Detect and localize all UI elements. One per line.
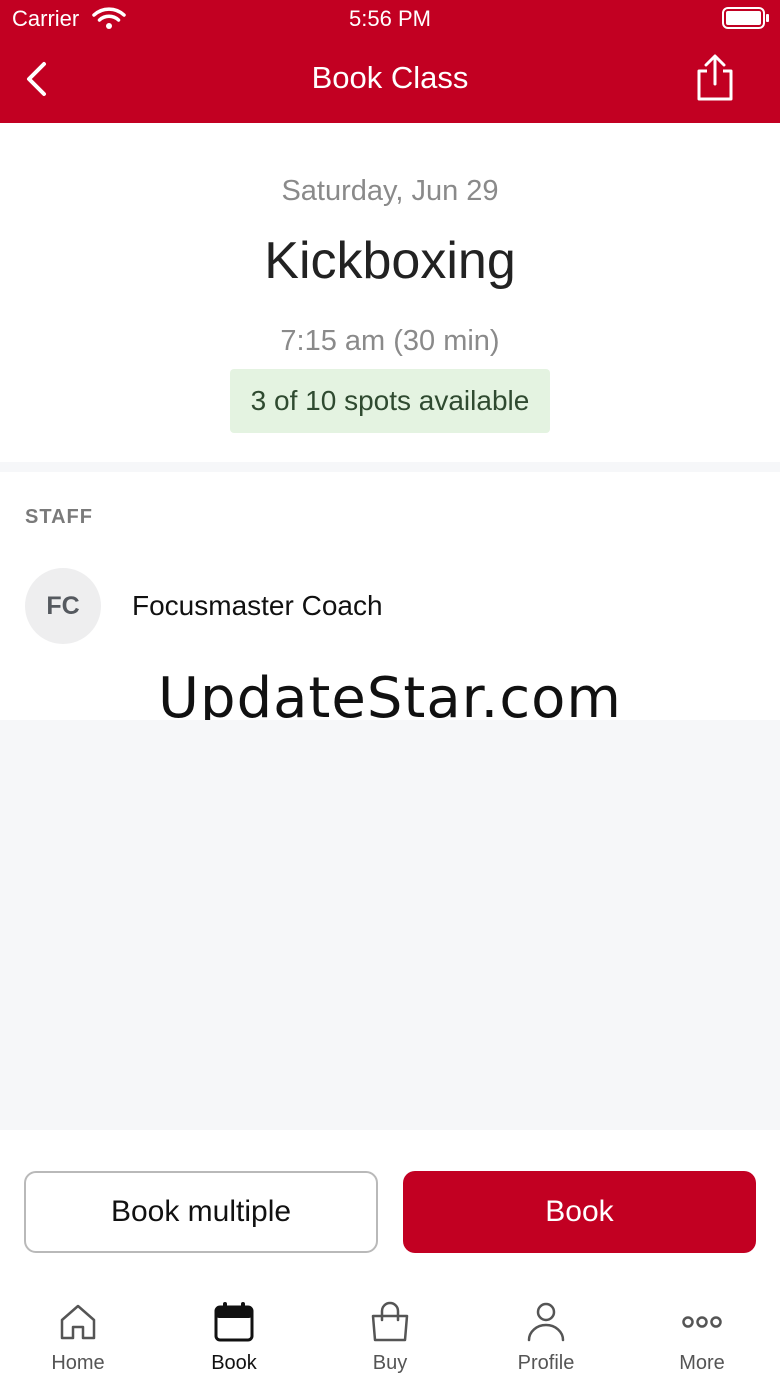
class-time: 7:15 am (30 min) [280, 325, 500, 357]
staff-heading: STAFF [25, 506, 93, 528]
tab-label: Buy [372, 1352, 408, 1374]
class-info-section: Saturday, Jun 29 Kickboxing 7:15 am (30 … [0, 123, 780, 468]
page-title: Book Class [311, 60, 469, 95]
spots-available-badge: 3 of 10 spots available [230, 369, 550, 433]
book-multiple-button[interactable]: Book multiple [24, 1171, 378, 1253]
tab-label: Book [211, 1352, 257, 1374]
tab-more[interactable]: More [624, 1300, 780, 1387]
staff-member-row[interactable]: FC Focusmaster Coach [25, 568, 755, 646]
battery-icon [722, 7, 769, 29]
tab-label: Profile [517, 1352, 575, 1374]
status-time: 5:56 PM [349, 6, 431, 31]
calendar-icon [214, 1302, 254, 1342]
shopping-bag-icon [371, 1301, 409, 1342]
class-name: Kickboxing [264, 232, 516, 290]
share-icon[interactable] [694, 54, 736, 102]
tab-label: More [679, 1352, 725, 1374]
class-date: Saturday, Jun 29 [281, 175, 499, 207]
tab-buy[interactable]: Buy [312, 1300, 468, 1387]
book-button[interactable]: Book [403, 1171, 756, 1253]
tab-book[interactable]: Book [156, 1300, 312, 1387]
empty-content-area [0, 720, 780, 1130]
staff-section: STAFF FC Focusmaster Coach UpdateStar.co… [0, 472, 780, 731]
section-divider [0, 462, 780, 472]
tab-label: Home [51, 1352, 105, 1374]
tab-bar: Home Book Buy Profile More [0, 1290, 780, 1387]
app-header: Carrier 5:56 PM Book Class [0, 0, 780, 123]
avatar: FC [25, 568, 101, 644]
status-bar: Carrier 5:56 PM [0, 0, 780, 38]
tab-profile[interactable]: Profile [468, 1300, 624, 1387]
staff-member-name: Focusmaster Coach [132, 590, 383, 621]
more-icon [682, 1316, 722, 1328]
person-icon [527, 1302, 565, 1342]
tab-home[interactable]: Home [0, 1300, 156, 1387]
home-icon [60, 1304, 96, 1340]
